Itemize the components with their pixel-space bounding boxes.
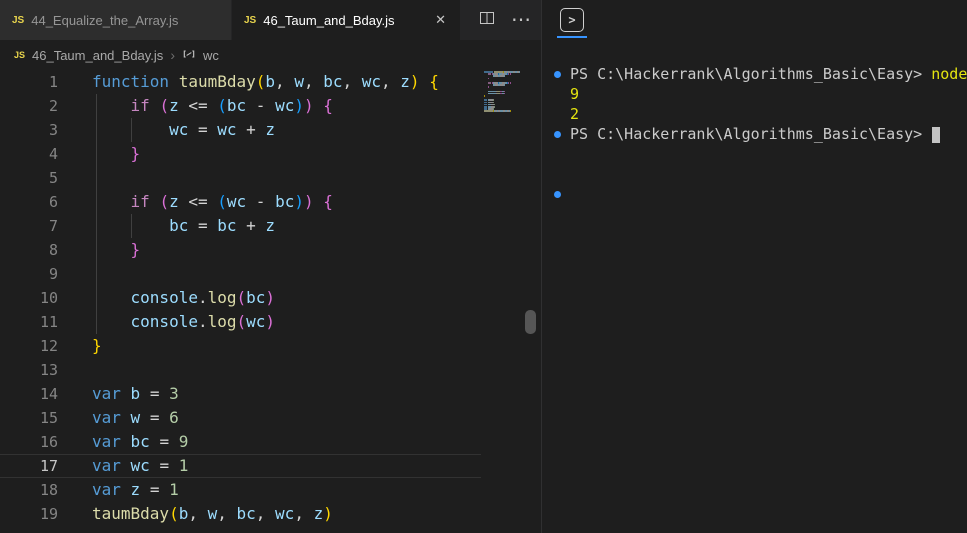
minimap[interactable] [484,71,520,151]
breadcrumb-file[interactable]: 46_Taum_and_Bday.js [32,48,163,63]
code-line-16[interactable]: 16 var bc = 9 [0,430,481,454]
tab-bar: JS 44_Equalize_the_Array.js JS 46_Taum_a… [0,0,541,40]
code-editor[interactable]: 1 function taumBday(b, w, bc, wc, z) {2 i… [0,70,481,533]
tab-label: 44_Equalize_the_Array.js [31,12,179,28]
line-number: 11 [39,313,58,331]
line-number: 13 [39,361,58,379]
indent-guide [96,94,97,334]
editor-pane: JS 44_Equalize_the_Array.js JS 46_Taum_a… [0,0,541,533]
code-line-3[interactable]: 3 wc = wc + z [0,118,481,142]
terminal-gutter [554,144,570,164]
tab-44-equalize-the-array[interactable]: JS 44_Equalize_the_Array.js [0,0,231,40]
command-decoration-dot[interactable] [554,190,561,198]
code-line-4[interactable]: 4 } [0,142,481,166]
code-line-18[interactable]: 18 var z = 1 [0,478,481,502]
split-editor-icon[interactable] [479,10,495,31]
more-actions-icon[interactable]: ⋯ [511,10,531,30]
line-number: 16 [39,433,58,451]
line-number: 14 [39,385,58,403]
terminal-panel-icon[interactable]: > [560,8,584,32]
breadcrumb-symbol[interactable]: wc [203,48,219,63]
line-number: 5 [48,169,58,187]
breadcrumb: JS 46_Taum_and_Bday.js › wc [0,40,541,70]
terminal-line: 9 [542,84,967,104]
indent-guide [131,118,132,142]
line-number: 6 [48,193,58,211]
terminal-panel-header: > [542,0,967,42]
scrollbar-thumb[interactable] [525,310,536,334]
symbol-variable-icon [182,47,196,64]
code-line-12[interactable]: 12} [0,334,481,358]
code-line-15[interactable]: 15 var w = 6 [0,406,481,430]
line-number: 3 [48,121,58,139]
code-line-1[interactable]: 1 function taumBday(b, w, bc, wc, z) { [0,70,481,94]
terminal-gutter [554,184,570,204]
js-file-icon: JS [244,14,257,26]
code-line-2[interactable]: 2 if (z <= (bc - wc)) { [0,94,481,118]
line-number: 19 [39,505,58,523]
code-line-17[interactable]: 17 var wc = 1 [0,454,481,478]
terminal-cursor [932,126,941,143]
terminal-gutter [554,124,570,144]
command-decoration-dot[interactable] [554,130,561,138]
line-number: 10 [39,289,58,307]
line-number: 2 [48,97,58,115]
code-line-14[interactable]: 14 var b = 3 [0,382,481,406]
line-number: 12 [39,337,58,355]
code-line-9[interactable]: 9 [0,262,481,286]
terminal-gutter [554,104,570,124]
terminal-text: 9 [570,85,580,103]
code-line-6[interactable]: 6 if (z <= (wc - bc)) { [0,190,481,214]
terminal-text: PS C:\Hackerrank\Algorithms_Basic\Easy> [570,124,941,144]
terminal-gutter [554,164,570,184]
terminal-gutter [554,84,570,104]
js-file-icon: JS [14,50,26,60]
terminal-gutter [554,64,570,84]
line-number: 7 [48,217,58,235]
terminal-text: 2 [570,105,580,123]
line-number: 4 [48,145,58,163]
active-panel-indicator [557,36,587,38]
terminal-line: 2 [542,104,967,124]
close-icon[interactable]: ✕ [433,12,448,28]
js-file-icon: JS [12,14,25,26]
code-line-8[interactable]: 8 } [0,238,481,262]
chevron-right-icon: › [170,47,175,63]
line-number: 18 [39,481,58,499]
minimap-line [484,110,520,112]
editor-actions: ⋯ [479,0,531,40]
terminal-pane: > PS C:\Hackerrank\Algorithms_Basic\Easy… [541,0,967,533]
code-line-7[interactable]: 7 bc = bc + z [0,214,481,238]
code-lines: 1 function taumBday(b, w, bc, wc, z) {2 i… [0,70,481,526]
code-line-5[interactable]: 5 [0,166,481,190]
terminal-line [542,144,967,164]
code-line-13[interactable]: 13 [0,358,481,382]
code-line-19[interactable]: 19 taumBday(b, w, bc, wc, z) [0,502,481,526]
line-number: 15 [39,409,58,427]
indent-guide [131,214,132,238]
terminal-line: PS C:\Hackerrank\Algorithms_Basic\Easy> … [542,64,967,84]
terminal-text: PS C:\Hackerrank\Algorithms_Basic\Easy> … [570,65,967,83]
tab-label: 46_Taum_and_Bday.js [263,12,395,28]
code-line-10[interactable]: 10 console.log(bc) [0,286,481,310]
code-line-11[interactable]: 11 console.log(wc) [0,310,481,334]
line-number: 1 [48,73,58,91]
vscode-window: JS 44_Equalize_the_Array.js JS 46_Taum_a… [0,0,967,533]
tab-46-taum-and-bday[interactable]: JS 46_Taum_and_Bday.js ✕ [232,0,460,40]
line-number: 8 [48,241,58,259]
command-decoration-dot[interactable] [554,70,561,78]
line-number: 9 [48,265,58,283]
line-number: 17 [39,457,58,475]
terminal-line [542,184,967,204]
terminal-line: PS C:\Hackerrank\Algorithms_Basic\Easy> [542,124,967,144]
terminal-line [542,164,967,184]
terminal[interactable]: PS C:\Hackerrank\Algorithms_Basic\Easy> … [542,64,967,204]
